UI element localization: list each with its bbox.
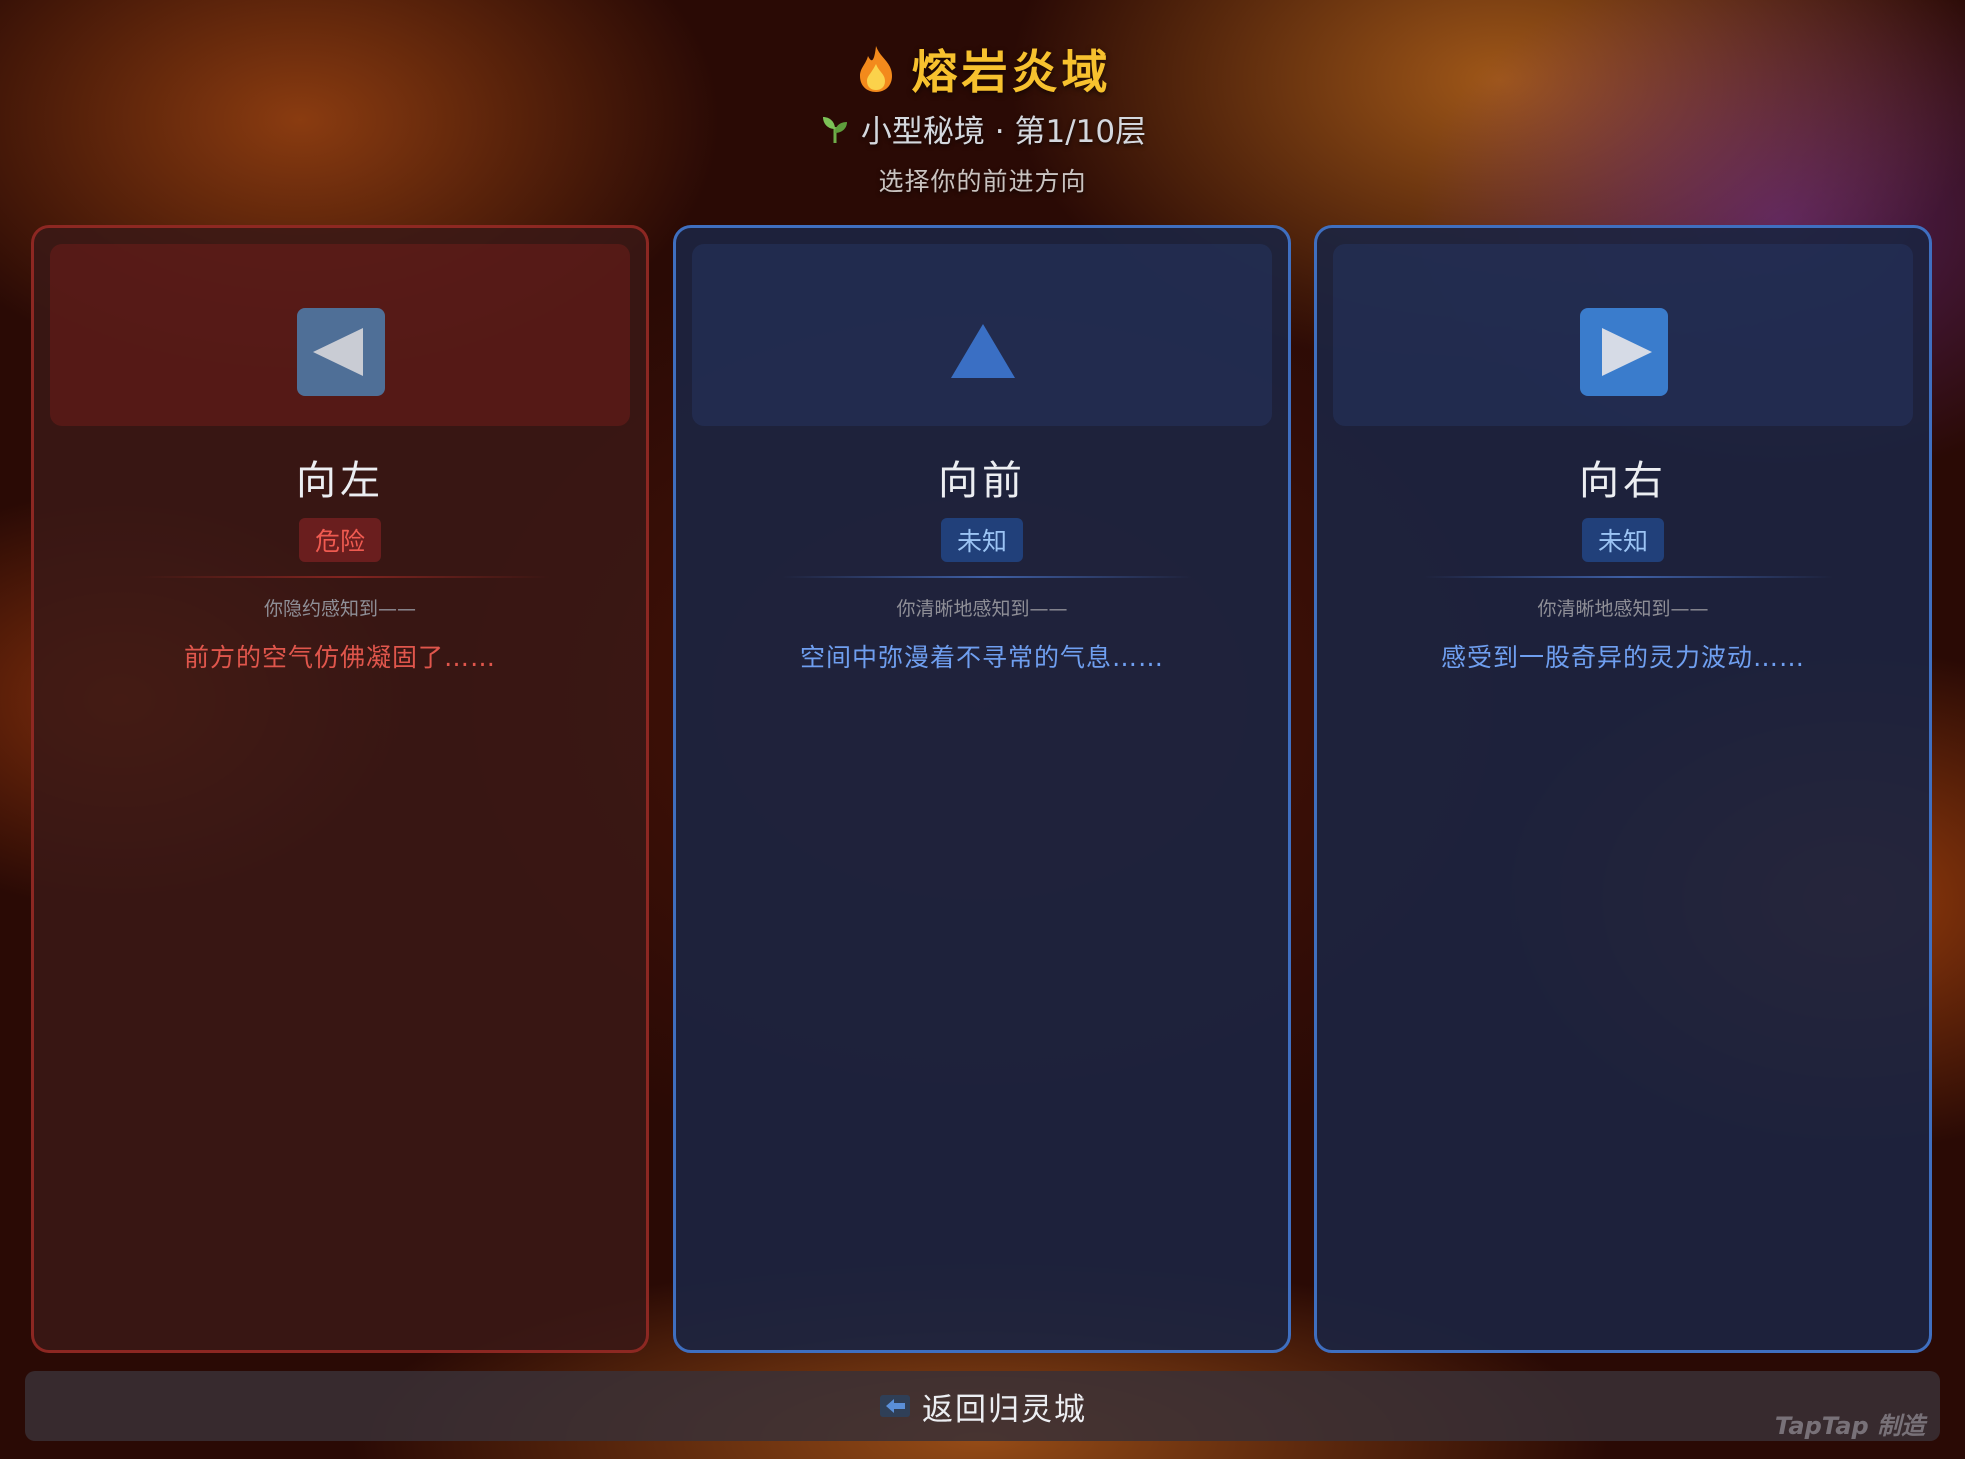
sense-label: 你清晰地感知到—— — [896, 598, 1068, 620]
up-arrow-icon — [939, 308, 1027, 396]
divider — [140, 576, 550, 578]
sense-text: 前方的空气仿佛凝固了…… — [183, 643, 496, 672]
direction-label: 向左 — [296, 458, 384, 504]
direction-label: 向右 — [1579, 458, 1667, 504]
status-badge: 未知 — [940, 518, 1024, 562]
back-to-city-button[interactable]: 返回归灵城 — [25, 1371, 1940, 1441]
dungeon-title: 熔岩炎域 — [911, 45, 1112, 99]
left-arrow-icon — [297, 308, 385, 396]
sense-text: 感受到一股奇异的灵力波动…… — [1440, 643, 1805, 672]
direction-label: 向前 — [938, 458, 1026, 504]
dungeon-subtitle: 小型秘境 · 第1/10层 — [860, 114, 1147, 150]
right-arrow-icon — [1580, 308, 1668, 396]
direction-card-left[interactable]: 向左 危险 你隐约感知到—— 前方的空气仿佛凝固了…… — [31, 225, 649, 1353]
sprout-icon — [819, 113, 851, 145]
direction-card-right[interactable]: 向右 未知 你清晰地感知到—— 感受到一股奇异的灵力波动…… — [1314, 225, 1932, 1353]
card-icon-panel — [1333, 244, 1913, 426]
header: 熔岩炎域 小型秘境 · 第1/10层 选择你的前进方向 — [0, 0, 1965, 210]
status-badge: 未知 — [1581, 518, 1665, 562]
divider — [782, 576, 1192, 578]
sense-label: 你清晰地感知到—— — [1537, 598, 1709, 620]
back-arrow-icon — [878, 1391, 912, 1421]
direction-hint: 选择你的前进方向 — [878, 167, 1087, 196]
taptap-watermark: TapTap 制造 — [1774, 1412, 1925, 1440]
back-label: 返回归灵城 — [922, 1391, 1087, 1428]
card-icon-panel — [692, 244, 1272, 426]
status-badge: 危险 — [298, 518, 382, 562]
divider — [1423, 576, 1833, 578]
dungeon-subtitle-row: 小型秘境 · 第1/10层 — [0, 106, 1965, 151]
sense-text: 空间中弥漫着不寻常的气息…… — [799, 643, 1164, 672]
title-row: 熔岩炎域 — [0, 36, 1965, 102]
direction-card-forward[interactable]: 向前 未知 你清晰地感知到—— 空间中弥漫着不寻常的气息…… — [673, 225, 1291, 1353]
fire-icon — [854, 44, 898, 94]
sense-label: 你隐约感知到—— — [263, 598, 416, 620]
card-icon-panel — [50, 244, 630, 426]
